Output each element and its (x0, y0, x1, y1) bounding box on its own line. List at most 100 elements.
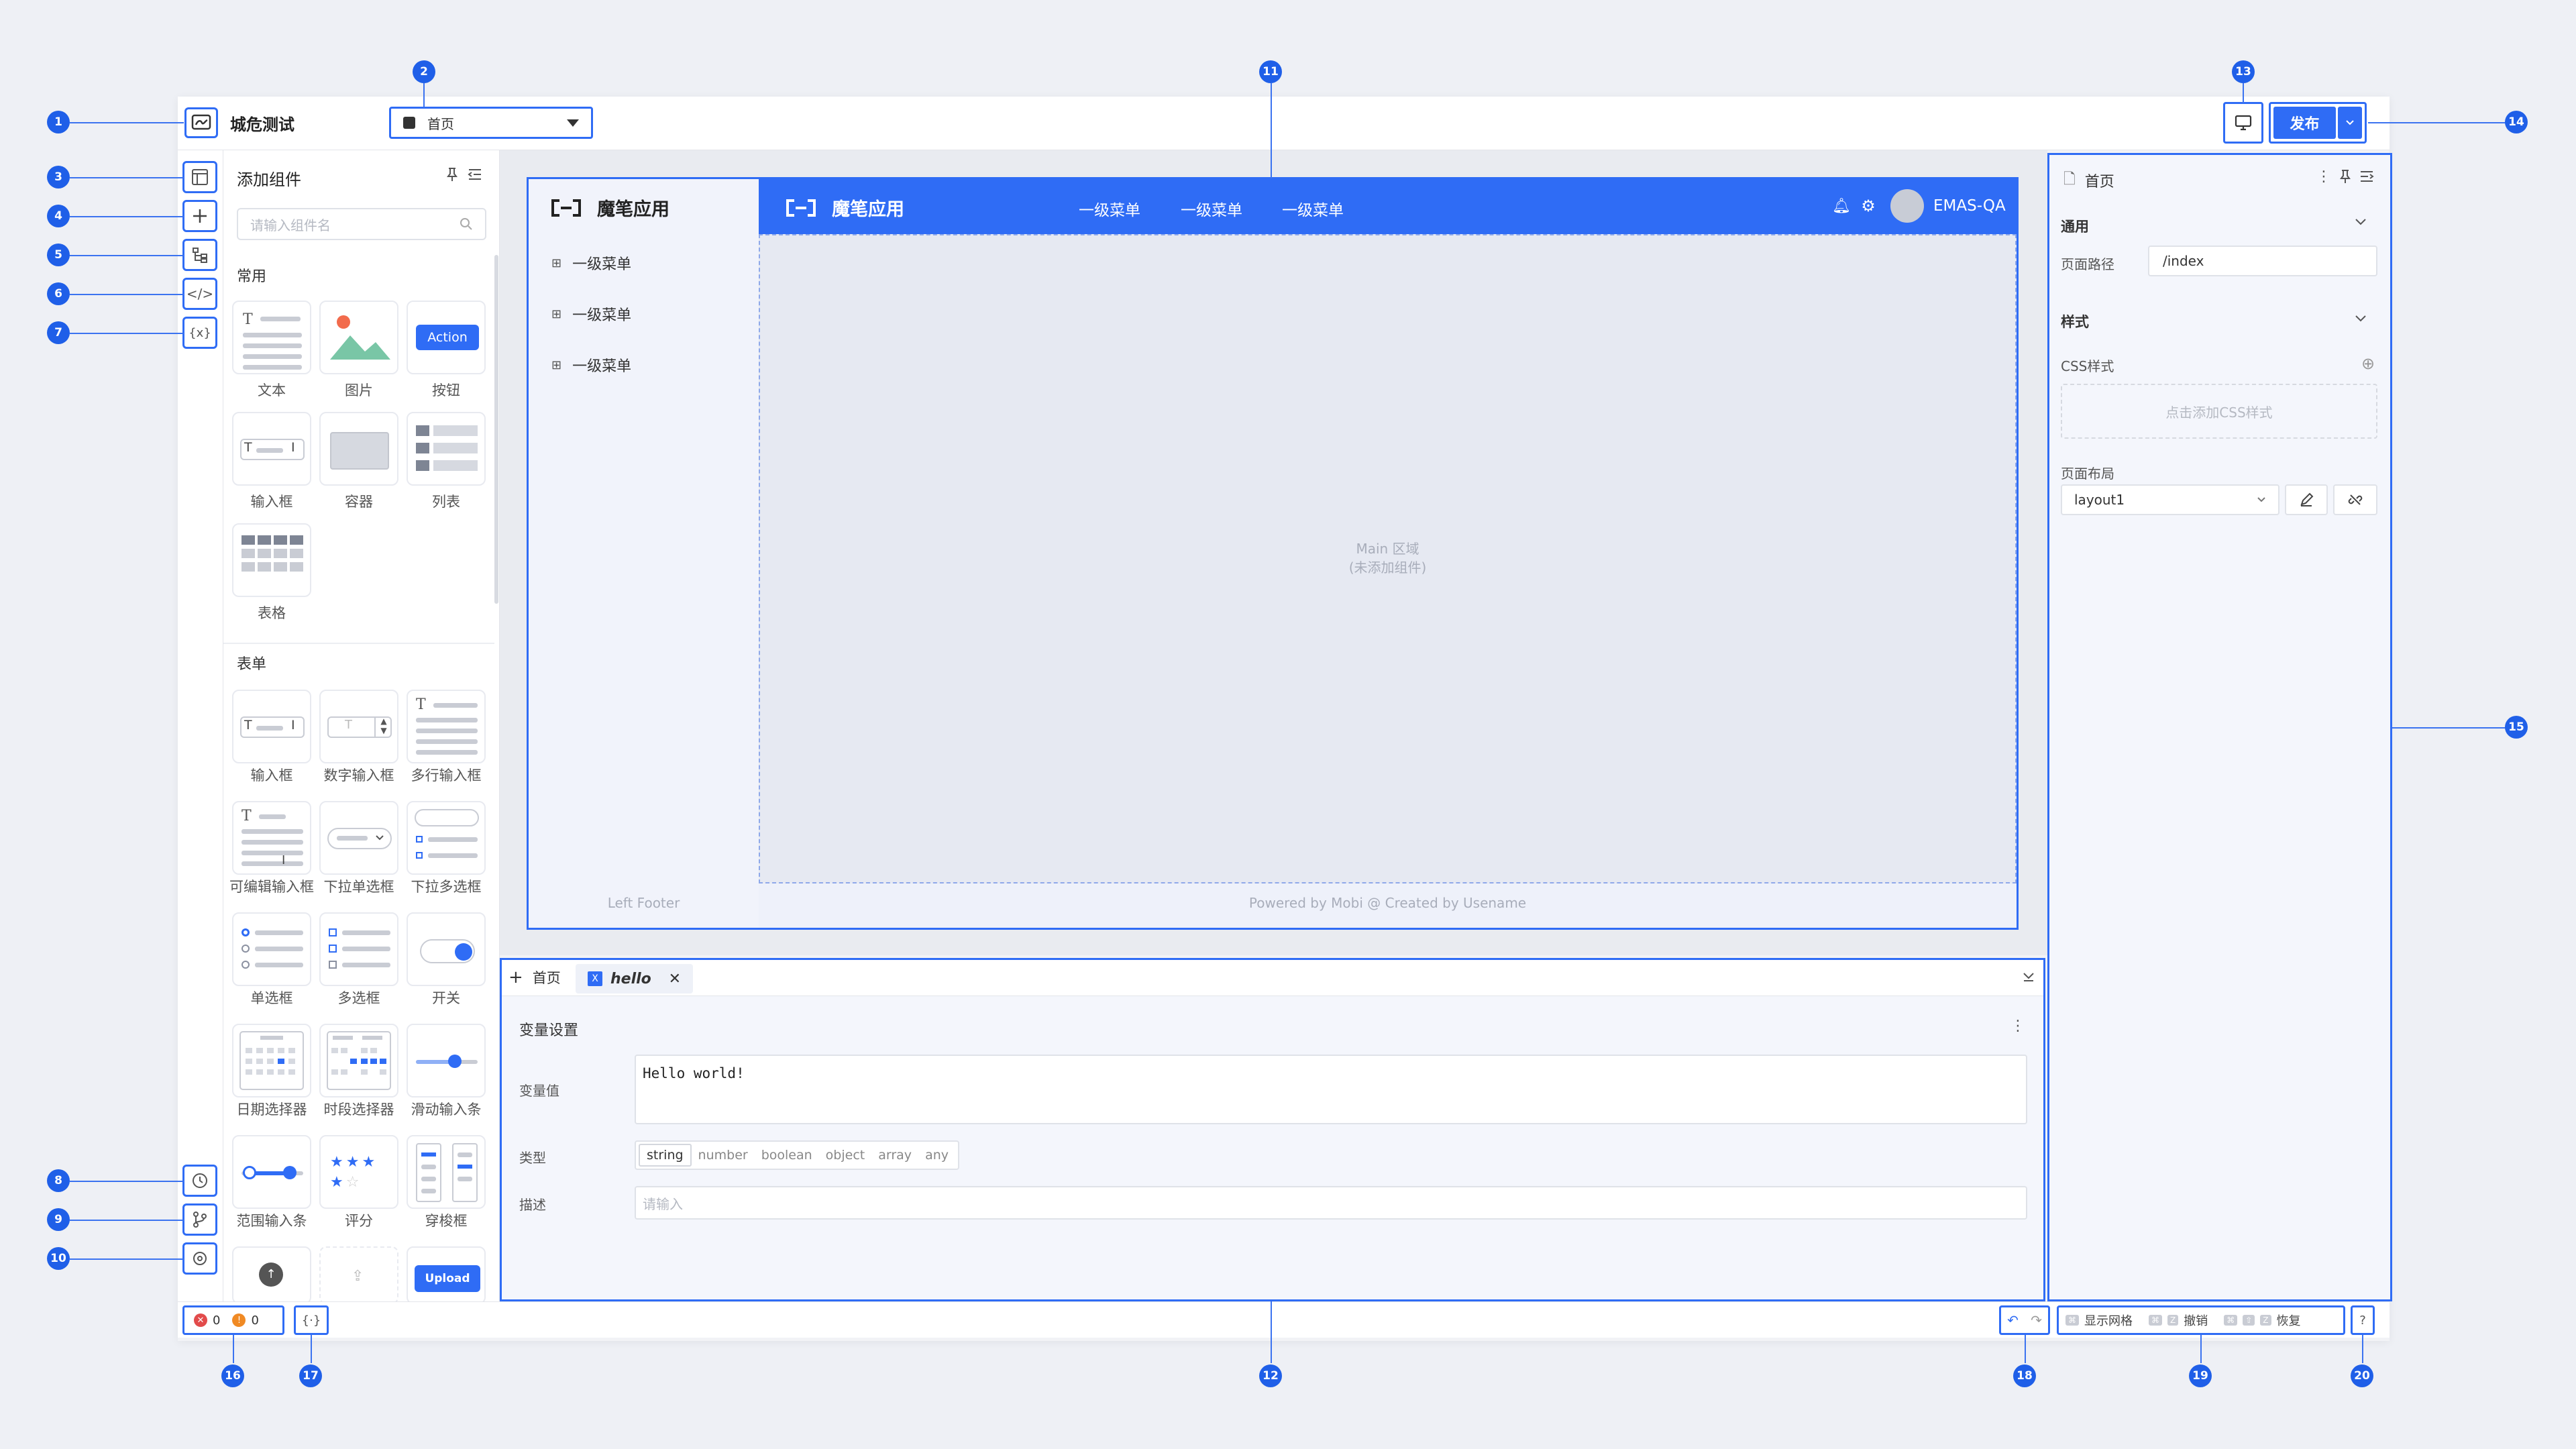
type-option-number[interactable]: number (692, 1148, 755, 1163)
settings-icon[interactable] (182, 1242, 217, 1275)
top-menu-item[interactable]: 一级菜单 (1282, 197, 1344, 220)
pencil-icon (2300, 492, 2314, 506)
panel-scrollbar[interactable] (494, 255, 498, 604)
tile-number-input[interactable]: T ▲ ▼ (319, 690, 398, 763)
problems-indicator[interactable]: ✕ 0 ! 0 (182, 1305, 284, 1335)
grid-icon: ⊞ (551, 256, 562, 270)
pin-icon[interactable] (2336, 166, 2355, 186)
preview-header-brand: 魔笔应用 (785, 195, 904, 221)
tile-editable-input[interactable]: T I (232, 801, 311, 875)
publish-button[interactable]: 发布 (2273, 107, 2336, 139)
tile-checkbox[interactable] (319, 912, 398, 986)
description-input[interactable]: 请输入 (635, 1186, 2027, 1220)
branch-icon[interactable] (182, 1203, 217, 1236)
console-icon[interactable]: {·} (294, 1305, 329, 1335)
type-option-boolean[interactable]: boolean (755, 1148, 819, 1163)
avatar[interactable] (1890, 189, 1924, 223)
top-menu-item[interactable]: 一级菜单 (1079, 197, 1140, 220)
bottom-tabs (502, 960, 2043, 996)
type-option-object[interactable]: object (819, 1148, 872, 1163)
tile-multi-select[interactable] (407, 801, 486, 875)
page-path-input[interactable]: /index (2148, 246, 2377, 276)
collapse-panel-icon[interactable] (2357, 166, 2376, 186)
add-circle-icon[interactable]: ⊕ (2359, 354, 2377, 373)
tile-text[interactable]: T (232, 301, 311, 374)
tile-input[interactable]: T I (232, 412, 311, 486)
tile-avatar-upload[interactable]: ↑ (232, 1246, 311, 1304)
tile-button[interactable]: Action (407, 301, 486, 374)
component-search-input[interactable]: 请输入组件名 (237, 208, 486, 240)
leader-line (1271, 83, 1272, 178)
tile-table[interactable] (232, 523, 311, 597)
bell-icon[interactable]: 🔔︎ (1831, 196, 1851, 216)
page-select[interactable]: 首页 (389, 107, 593, 139)
tile-upload-button[interactable]: Upload (407, 1246, 486, 1304)
collapse-panel-icon[interactable] (2019, 967, 2038, 986)
help-icon[interactable]: ? (2351, 1305, 2375, 1335)
undo-redo-group: ↶ ↷ (1999, 1305, 2050, 1335)
tile-image[interactable] (319, 301, 398, 374)
tile-form-input[interactable]: T I (232, 690, 311, 763)
code-icon[interactable]: </> (182, 278, 217, 310)
tile-radio[interactable] (232, 912, 311, 986)
app-logo-icon[interactable] (184, 107, 218, 138)
type-option-array[interactable]: array (871, 1148, 918, 1163)
history-icon[interactable] (182, 1165, 217, 1197)
type-option-string[interactable]: string (639, 1144, 692, 1167)
publish-dropdown-button[interactable] (2338, 107, 2362, 139)
variable-icon[interactable]: {x} (182, 317, 217, 349)
tile-select[interactable] (319, 801, 398, 875)
props-header: 🗋︎ 首页 (2063, 168, 2114, 193)
collapse-panel-icon[interactable] (466, 165, 484, 184)
main-placeholder: Main 区域 (未添加组件) (759, 539, 2017, 577)
tile-slider[interactable] (407, 1024, 486, 1097)
side-menu-item[interactable]: ⊞ 一级菜单 (551, 252, 631, 274)
tab-hello[interactable]: X hello ✕ (576, 964, 693, 994)
add-tab-button[interactable]: + 首页 (508, 967, 561, 987)
user-name[interactable]: EMAS-QA (1933, 197, 2006, 215)
outline-tree-icon[interactable] (182, 239, 217, 271)
general-section[interactable]: 通用 (2061, 216, 2089, 236)
side-menu-item[interactable]: ⊞ 一级菜单 (551, 303, 631, 325)
page-select-value: 首页 (427, 115, 454, 132)
tile-rate[interactable]: ★★★ ★☆ (319, 1135, 398, 1209)
tile-date-picker[interactable] (232, 1024, 311, 1097)
type-option-any[interactable]: any (918, 1148, 955, 1163)
action-sample-label: Action (416, 325, 479, 350)
chevron-down-icon[interactable] (2355, 313, 2367, 325)
marker: 6 (47, 282, 70, 305)
tile-label: 滑动输入条 (411, 1102, 482, 1118)
redo-icon[interactable]: ↷ (2031, 1312, 2042, 1328)
chevron-down-icon[interactable] (2355, 216, 2367, 229)
more-icon[interactable]: ⋮ (2010, 1016, 2025, 1036)
grid-hint[interactable]: 显示网格 (2084, 1311, 2133, 1329)
close-icon[interactable]: ✕ (669, 971, 681, 987)
preview-device-button[interactable] (2223, 102, 2263, 144)
side-menu-item[interactable]: ⊞ 一级菜单 (551, 354, 631, 376)
top-menu-item[interactable]: 一级菜单 (1181, 197, 1242, 220)
tile-switch[interactable] (407, 912, 486, 986)
gear-icon[interactable]: ⚙ (1858, 196, 1878, 216)
tile-range-picker[interactable] (319, 1024, 398, 1097)
unlink-layout-button[interactable] (2333, 484, 2377, 515)
preview-footer: Powered by Mobi @ Created by Usename (1248, 895, 1527, 911)
pin-icon[interactable] (443, 165, 462, 184)
more-icon[interactable]: ⋮ (2316, 166, 2331, 186)
value-label: 变量值 (519, 1083, 559, 1099)
undo-hint[interactable]: 撤销 (2184, 1311, 2208, 1329)
undo-icon[interactable]: ↶ (2007, 1312, 2019, 1328)
tile-drag-upload[interactable]: ⇪ (319, 1246, 398, 1304)
tile-textarea[interactable]: T (407, 690, 486, 763)
style-section[interactable]: 样式 (2061, 311, 2089, 331)
variable-value-input[interactable]: Hello world! (635, 1055, 2027, 1124)
tile-container[interactable] (319, 412, 398, 486)
add-component-icon[interactable] (182, 200, 217, 232)
tile-list[interactable] (407, 412, 486, 486)
layout-select[interactable]: layout1 (2061, 484, 2279, 515)
add-css-button[interactable]: 点击添加CSS样式 (2061, 384, 2377, 439)
redo-hint[interactable]: 恢复 (2277, 1311, 2301, 1329)
edit-layout-button[interactable] (2285, 484, 2328, 515)
tile-range-slider[interactable] (232, 1135, 311, 1209)
page-tree-icon[interactable] (182, 161, 217, 193)
tile-transfer[interactable] (407, 1135, 486, 1209)
